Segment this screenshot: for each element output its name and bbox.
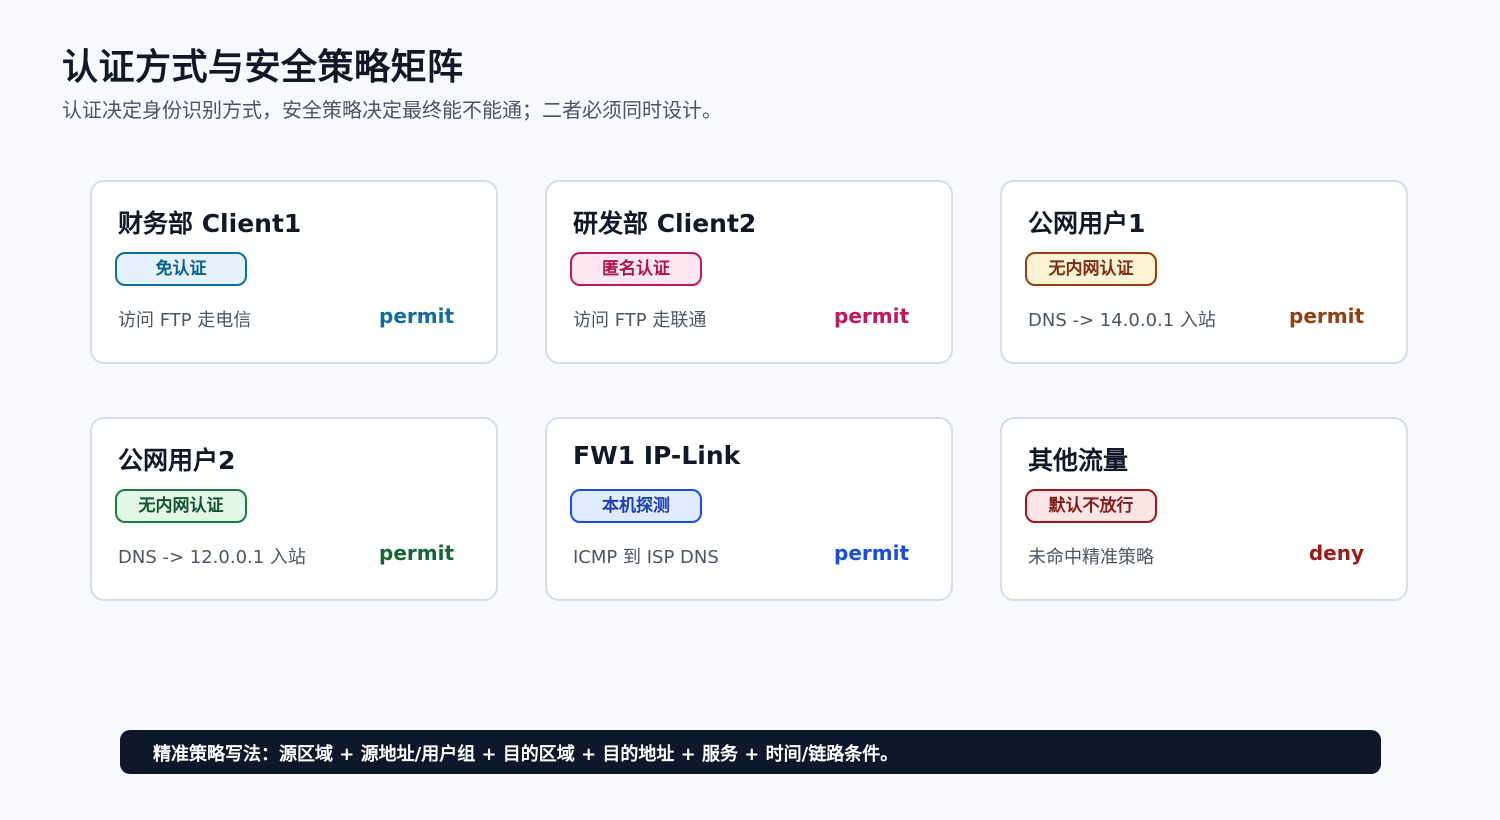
card-title: FW1 IP-Link <box>573 441 741 470</box>
footer-note-text: 精准策略写法：源区域 + 源地址/用户组 + 目的区域 + 目的地址 + 服务 … <box>153 744 899 765</box>
policy-card-fw1-ip-link: FW1 IP-Link 本机探测 ICMP 到 ISP DNS permit <box>545 417 953 601</box>
policy-action: permit <box>379 541 454 565</box>
card-description: DNS -> 12.0.0.1 入站 <box>118 547 306 568</box>
card-title: 财务部 Client1 <box>118 209 302 238</box>
policy-action: deny <box>1308 541 1364 565</box>
card-title: 公网用户1 <box>1028 209 1146 238</box>
page-subtitle: 认证决定身份识别方式，安全策略决定最终能不能通；二者必须同时设计。 <box>62 98 722 122</box>
card-title: 公网用户2 <box>118 446 236 475</box>
footer-note-bar: 精准策略写法：源区域 + 源地址/用户组 + 目的区域 + 目的地址 + 服务 … <box>120 730 1381 774</box>
card-description: 未命中精准策略 <box>1028 547 1154 568</box>
policy-card-public-user1: 公网用户1 无内网认证 DNS -> 14.0.0.1 入站 permit <box>1000 180 1408 364</box>
auth-badge: 匿名认证 <box>570 252 702 286</box>
policy-card-rnd-client2: 研发部 Client2 匿名认证 访问 FTP 走联通 permit <box>545 180 953 364</box>
policy-card-finance-client1: 财务部 Client1 免认证 访问 FTP 走电信 permit <box>90 180 498 364</box>
auth-badge: 免认证 <box>115 252 247 286</box>
card-title: 研发部 Client2 <box>573 209 757 238</box>
auth-badge: 无内网认证 <box>1025 252 1157 286</box>
policy-card-public-user2: 公网用户2 无内网认证 DNS -> 12.0.0.1 入站 permit <box>90 417 498 601</box>
policy-action: permit <box>834 541 909 565</box>
page-title: 认证方式与安全策略矩阵 <box>62 47 464 88</box>
policy-card-other-traffic: 其他流量 默认不放行 未命中精准策略 deny <box>1000 417 1408 601</box>
policy-action: permit <box>379 304 454 328</box>
auth-badge: 无内网认证 <box>115 489 247 523</box>
auth-badge: 默认不放行 <box>1025 489 1157 523</box>
auth-badge: 本机探测 <box>570 489 702 523</box>
card-description: 访问 FTP 走电信 <box>118 310 252 331</box>
card-title: 其他流量 <box>1028 446 1129 475</box>
policy-action: permit <box>834 304 909 328</box>
card-description: 访问 FTP 走联通 <box>573 310 707 331</box>
card-description: DNS -> 14.0.0.1 入站 <box>1028 310 1216 331</box>
policy-action: permit <box>1289 304 1364 328</box>
card-description: ICMP 到 ISP DNS <box>573 547 719 568</box>
